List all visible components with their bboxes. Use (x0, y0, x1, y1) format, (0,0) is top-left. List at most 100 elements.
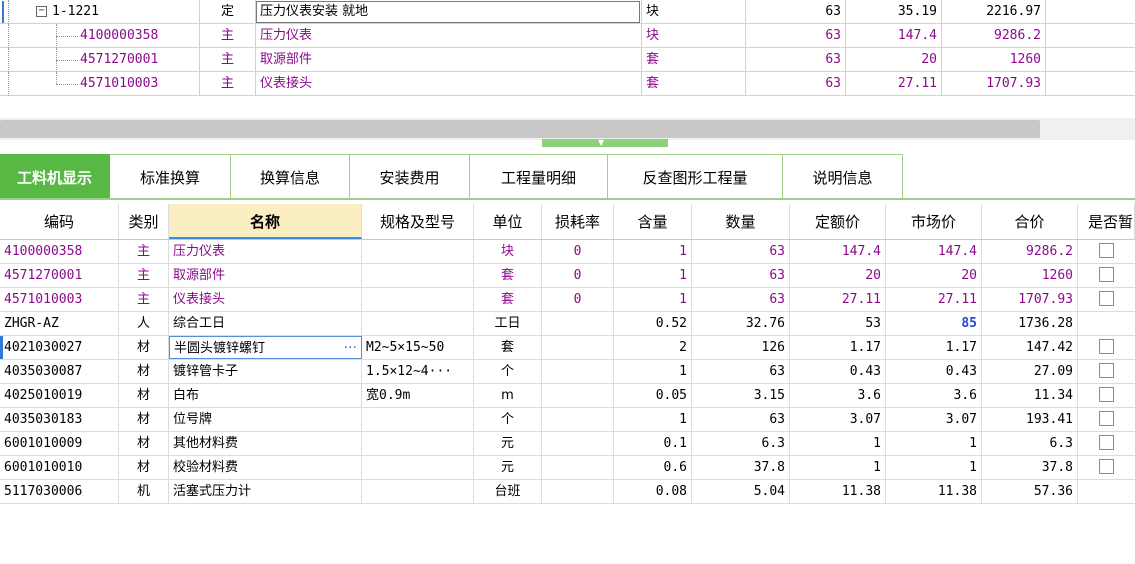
resource-spec-cell[interactable] (362, 288, 474, 311)
resource-unit-cell[interactable]: 元 (474, 456, 542, 479)
resource-content-cell[interactable]: 1 (614, 288, 692, 311)
resource-quota-price-cell[interactable]: 1 (790, 432, 886, 455)
resource-content-cell[interactable]: 1 (614, 408, 692, 431)
item-name-cell[interactable]: 取源部件 (256, 48, 642, 72)
item-total-cell[interactable]: 1260 (942, 48, 1046, 72)
resource-type-cell[interactable]: 人 (119, 312, 169, 335)
resource-quota-price-cell[interactable]: 20 (790, 264, 886, 287)
resource-quota-price-cell[interactable]: 1.17 (790, 336, 886, 359)
item-price-cell[interactable]: 35.19 (846, 0, 942, 24)
item-total-cell[interactable]: 9286.2 (942, 24, 1046, 48)
resource-name-cell[interactable]: 镀锌管卡子 (169, 360, 362, 383)
resource-quota-price-cell[interactable]: 1 (790, 456, 886, 479)
item-name-cell[interactable]: 压力仪表 (256, 24, 642, 48)
resource-type-cell[interactable]: 主 (119, 240, 169, 263)
column-header-loss-rate[interactable]: 损耗率 (542, 204, 614, 239)
resource-content-cell[interactable]: 2 (614, 336, 692, 359)
resource-loss-rate-cell[interactable] (542, 432, 614, 455)
table-row[interactable]: 6001010010 材校验材料费元 0.6 37.8 1 1 37.8 (0, 456, 1135, 480)
resource-market-price-cell[interactable]: 20 (886, 264, 982, 287)
resource-spec-cell[interactable] (362, 480, 474, 503)
resource-total-price-cell[interactable]: 6.3 (982, 432, 1078, 455)
resource-loss-rate-cell[interactable]: 0 (542, 240, 614, 263)
resource-content-cell[interactable]: 0.1 (614, 432, 692, 455)
provisional-cell[interactable] (1078, 360, 1135, 383)
table-row[interactable]: 4571010003 主 仪表接头 套 63 27.11 1707.93 (0, 72, 1135, 96)
resource-unit-cell[interactable]: 工日 (474, 312, 542, 335)
table-row[interactable]: 4035030183 材位号牌个 1 63 3.07 3.07 193.41 (0, 408, 1135, 432)
column-header-total-price[interactable]: 合价 (982, 204, 1078, 239)
resource-name-cell[interactable]: 位号牌 (169, 408, 362, 431)
resource-total-price-cell[interactable]: 9286.2 (982, 240, 1078, 263)
item-extra-cell[interactable] (1046, 24, 1135, 48)
table-row[interactable]: 4100000358 主 压力仪表 块 63 147.4 9286.2 (0, 24, 1135, 48)
provisional-cell[interactable] (1078, 480, 1135, 503)
provisional-cell[interactable] (1078, 240, 1135, 263)
resource-loss-rate-cell[interactable] (542, 408, 614, 431)
item-extra-cell[interactable] (1046, 72, 1135, 96)
table-row[interactable]: 4021030027 材半圆头镀锌螺钉 ··· M2~5×15~50 套 2 126 1.17… (0, 336, 1135, 360)
provisional-checkbox[interactable] (1099, 434, 1114, 450)
table-row[interactable]: ZHGR-AZ 人综合工日 工日 0.52 32.76 53 85 1736.28 (0, 312, 1135, 336)
resource-unit-cell[interactable]: 块 (474, 240, 542, 263)
resource-spec-cell[interactable]: 宽0.9m (362, 384, 474, 407)
tab-description-info[interactable]: 说明信息 (783, 154, 903, 200)
item-qty-cell[interactable]: 63 (746, 72, 846, 96)
resource-name-cell[interactable]: 校验材料费 (169, 456, 362, 479)
resource-market-price-cell[interactable]: 27.11 (886, 288, 982, 311)
provisional-checkbox[interactable] (1099, 290, 1114, 306)
tab-conversion-info[interactable]: 换算信息 (231, 154, 350, 200)
resource-total-price-cell[interactable]: 1260 (982, 264, 1078, 287)
provisional-checkbox[interactable] (1099, 338, 1114, 354)
item-code-cell[interactable]: − 1-1221 (0, 0, 200, 24)
item-type-cell[interactable]: 定 (200, 0, 256, 24)
item-unit-cell[interactable]: 块 (642, 24, 746, 48)
resource-loss-rate-cell[interactable]: 0 (542, 264, 614, 287)
column-header-code[interactable]: 编码 (0, 204, 119, 239)
table-row[interactable]: 4035030087 材镀锌管卡子 1.5×12~4··· 个 1 63 0.43 0.43 2… (0, 360, 1135, 384)
resource-spec-cell[interactable] (362, 264, 474, 287)
item-code-cell[interactable]: 4571010003 (0, 72, 200, 96)
resource-type-cell[interactable]: 主 (119, 288, 169, 311)
resource-spec-cell[interactable]: 1.5×12~4··· (362, 360, 474, 383)
resource-name-cell[interactable]: 白布 (169, 384, 362, 407)
resource-code-cell[interactable]: 4025010019 (0, 384, 119, 407)
resource-market-price-cell[interactable]: 1.17 (886, 336, 982, 359)
resource-total-price-cell[interactable]: 1707.93 (982, 288, 1078, 311)
resource-market-price-cell[interactable]: 3.07 (886, 408, 982, 431)
item-type-cell[interactable]: 主 (200, 48, 256, 72)
resource-spec-cell[interactable] (362, 240, 474, 263)
resource-unit-cell[interactable]: 套 (474, 288, 542, 311)
resource-spec-cell[interactable] (362, 312, 474, 335)
resource-total-price-cell[interactable]: 147.42 (982, 336, 1078, 359)
provisional-cell[interactable] (1078, 336, 1135, 359)
provisional-cell[interactable] (1078, 456, 1135, 479)
resource-type-cell[interactable]: 机 (119, 480, 169, 503)
column-header-content[interactable]: 含量 (614, 204, 692, 239)
resource-total-price-cell[interactable]: 37.8 (982, 456, 1078, 479)
resource-quota-price-cell[interactable]: 11.38 (790, 480, 886, 503)
table-row[interactable]: 5117030006 机活塞式压力计 台班 0.08 5.04 11.38 11.38 57.… (0, 480, 1135, 504)
item-qty-cell[interactable]: 63 (746, 48, 846, 72)
resource-code-cell[interactable]: 4100000358 (0, 240, 119, 263)
resource-name-cell[interactable]: 其他材料费 (169, 432, 362, 455)
resource-market-price-cell[interactable]: 11.38 (886, 480, 982, 503)
resource-type-cell[interactable]: 材 (119, 336, 169, 359)
resource-code-cell[interactable]: 4035030087 (0, 360, 119, 383)
resource-loss-rate-cell[interactable] (542, 384, 614, 407)
resource-loss-rate-cell[interactable]: 0 (542, 288, 614, 311)
item-code-cell[interactable]: 4100000358 (0, 24, 200, 48)
resource-content-cell[interactable]: 0.08 (614, 480, 692, 503)
provisional-checkbox[interactable] (1099, 362, 1114, 378)
resource-name-cell[interactable]: 半圆头镀锌螺钉 ··· (169, 336, 362, 359)
panel-splitter-handle[interactable] (542, 139, 668, 147)
resource-type-cell[interactable]: 材 (119, 384, 169, 407)
collapse-icon[interactable]: − (36, 6, 47, 17)
resource-market-price-cell[interactable]: 1 (886, 432, 982, 455)
resource-total-price-cell[interactable]: 27.09 (982, 360, 1078, 383)
resource-total-price-cell[interactable]: 11.34 (982, 384, 1078, 407)
resource-quantity-cell[interactable]: 63 (692, 360, 790, 383)
resource-quota-price-cell[interactable]: 147.4 (790, 240, 886, 263)
resource-unit-cell[interactable]: 套 (474, 264, 542, 287)
table-row[interactable]: 4100000358 主压力仪表块 0 1 63 147.4 147.4 9286.2 (0, 240, 1135, 264)
